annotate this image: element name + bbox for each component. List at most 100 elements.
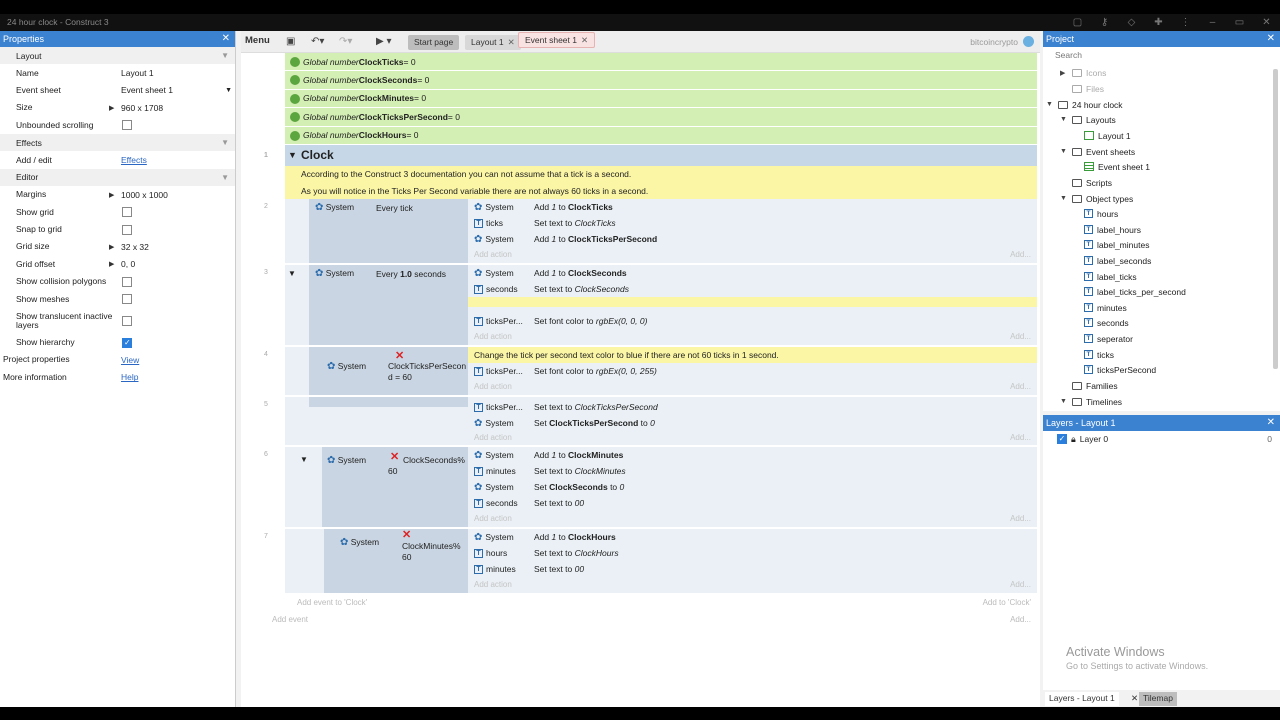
- search-input[interactable]: Search: [1043, 47, 1280, 63]
- expand-icon[interactable]: ▶: [109, 191, 114, 199]
- tree-item-event-sheets[interactable]: ▼ Event sheets: [1060, 144, 1135, 160]
- add-more-link[interactable]: Add...: [1010, 433, 1031, 442]
- chevron-down-icon[interactable]: ▼: [221, 138, 229, 147]
- dropdown-arrow-icon[interactable]: ▼: [225, 87, 232, 94]
- effects-link[interactable]: Effects: [121, 155, 147, 165]
- event-block[interactable]: 5 TticksPer... Set text to ClockTicksPerS…: [264, 397, 1037, 446]
- comment-row[interactable]: According to the Construct 3 documentati…: [285, 165, 1037, 183]
- condition-text[interactable]: ClockMinutes% 60: [402, 541, 466, 563]
- tab-tilemap[interactable]: Tilemap: [1139, 692, 1177, 706]
- showgrid-checkbox[interactable]: [122, 207, 132, 218]
- add-action-link[interactable]: Add action: [474, 433, 512, 442]
- add-to-group-link[interactable]: Add to 'Clock': [983, 598, 1031, 607]
- snap-checkbox[interactable]: [122, 224, 132, 235]
- close-icon[interactable]: ✕: [1267, 31, 1275, 47]
- tree-item-event-sheet-1[interactable]: Event sheet 1: [1084, 159, 1150, 175]
- global-var-row[interactable]: Global number ClockMinutes = 0: [285, 89, 1037, 109]
- tree-item-object[interactable]: Tlabel_ticks_per_second: [1084, 284, 1186, 300]
- section-layout[interactable]: Layout ▼: [0, 47, 235, 65]
- eventsheet-select[interactable]: Event sheet 1: [121, 85, 173, 95]
- global-var-row[interactable]: Global number ClockTicksPerSecond = 0: [285, 108, 1037, 127]
- close-icon[interactable]: ✕: [222, 31, 230, 47]
- tree-item-icons[interactable]: ▶ Icons: [1060, 65, 1106, 81]
- event-block[interactable]: 3 ▼ ✿ System Every 1.0 seconds ✿ System Ad…: [264, 265, 1037, 346]
- add-more-link[interactable]: Add...: [1010, 382, 1031, 391]
- minimize-icon[interactable]: –: [1199, 17, 1226, 28]
- gridsize-value[interactable]: 32 x 32: [121, 242, 149, 252]
- tab-start-page[interactable]: Start page: [408, 35, 460, 50]
- gridoffset-value[interactable]: 0, 0: [121, 259, 135, 269]
- tree-item-object[interactable]: Thours: [1084, 206, 1118, 222]
- tab-layout-1[interactable]: Layout 1 ✕: [465, 35, 521, 50]
- collapse-icon[interactable]: ▼: [1060, 148, 1068, 155]
- empty-comment-row[interactable]: [468, 297, 1037, 308]
- event-conditions[interactable]: ✿ System ✕ ClockSeconds% 60: [322, 447, 468, 528]
- add-more-link[interactable]: Add...: [1010, 514, 1031, 523]
- collapse-icon[interactable]: ▼: [288, 150, 297, 160]
- tree-item-object[interactable]: Tseconds: [1084, 315, 1129, 331]
- add-more-link[interactable]: Add...: [1010, 580, 1031, 589]
- tree-item-object[interactable]: Tlabel_minutes: [1084, 237, 1149, 253]
- menu-button[interactable]: Menu: [245, 35, 270, 46]
- margins-value[interactable]: 1000 x 1000: [121, 190, 168, 200]
- group-header[interactable]: 1 ▼ Clock: [264, 144, 1037, 166]
- expand-icon[interactable]: ▶: [109, 260, 114, 268]
- comment-row[interactable]: As you will notice in the Ticks Per Seco…: [285, 182, 1037, 200]
- maximize-icon[interactable]: ▭: [1226, 17, 1253, 28]
- hierarchy-checkbox[interactable]: [122, 337, 132, 348]
- add-event-to-group-link[interactable]: Add event to 'Clock': [297, 598, 367, 607]
- expand-icon[interactable]: ▶: [109, 243, 114, 251]
- tree-item-object[interactable]: Tlabel_hours: [1084, 222, 1141, 238]
- add-action-link[interactable]: Add action: [474, 332, 512, 341]
- collapse-icon[interactable]: ▼: [1060, 116, 1068, 123]
- more-icon[interactable]: ⋮: [1172, 17, 1199, 28]
- collapse-icon[interactable]: ▼: [1046, 101, 1054, 108]
- add-action-link[interactable]: Add action: [474, 580, 512, 589]
- tree-item-scripts[interactable]: Scripts: [1072, 175, 1112, 191]
- play-icon[interactable]: ▶ ▾: [376, 36, 392, 47]
- event-conditions[interactable]: ✿ System Every tick: [309, 199, 468, 264]
- add-event-link[interactable]: Add event: [272, 615, 308, 624]
- expand-icon[interactable]: ▶: [1060, 69, 1068, 77]
- save-icon[interactable]: ▣: [286, 36, 295, 47]
- tree-item-object[interactable]: Tseperator: [1084, 331, 1133, 347]
- section-effects[interactable]: Effects ▼: [0, 133, 235, 152]
- bell-icon[interactable]: ◇: [1118, 17, 1145, 28]
- view-link[interactable]: View: [121, 355, 139, 365]
- chevron-down-icon[interactable]: ▼: [221, 173, 229, 182]
- tree-item-families[interactable]: Families: [1072, 378, 1118, 394]
- chevron-down-icon[interactable]: ▼: [221, 51, 229, 60]
- close-tab-icon[interactable]: ✕: [581, 35, 588, 45]
- tab-layers[interactable]: Layers - Layout 1: [1045, 692, 1119, 706]
- layer-row[interactable]: ✓ 🔒︎ Layer 0 0: [1043, 431, 1280, 447]
- add-more-link[interactable]: Add...: [1010, 332, 1031, 341]
- tab-event-sheet-1[interactable]: Event sheet 1 ✕: [518, 32, 596, 48]
- close-tab-icon[interactable]: ✕: [508, 37, 515, 47]
- user-name[interactable]: bitcoincrypto: [970, 37, 1018, 47]
- add-more-link[interactable]: Add...: [1010, 615, 1031, 624]
- unbounded-checkbox[interactable]: [122, 120, 132, 131]
- global-var-row[interactable]: Global number ClockTicks = 0: [285, 53, 1037, 72]
- add-more-link[interactable]: Add...: [1010, 250, 1031, 259]
- condition-text[interactable]: ClockTicksPerSecon d = 60: [388, 361, 468, 383]
- name-field[interactable]: Layout 1: [121, 68, 154, 78]
- event-block[interactable]: 4 ✿ System ✕ ClockTicksPerSecon d = 60 C…: [264, 347, 1037, 396]
- add-action-link[interactable]: Add action: [474, 250, 512, 259]
- collision-checkbox[interactable]: [122, 276, 132, 287]
- tree-item-timelines[interactable]: ▼ Timelines: [1060, 394, 1122, 410]
- condition-text[interactable]: Every 1.0 seconds: [376, 269, 446, 279]
- expand-icon[interactable]: ▶: [109, 104, 114, 112]
- close-window-icon[interactable]: ✕: [1253, 17, 1280, 28]
- condition-text[interactable]: ClockSeconds% 60: [388, 455, 468, 477]
- add-action-link[interactable]: Add action: [474, 514, 512, 523]
- key-icon[interactable]: ⚷: [1091, 17, 1118, 28]
- help-link[interactable]: Help: [121, 372, 138, 382]
- size-value[interactable]: 960 x 1708: [121, 103, 163, 113]
- global-var-row[interactable]: Global number ClockHours = 0: [285, 126, 1037, 145]
- collapse-icon[interactable]: ▼: [1060, 195, 1068, 202]
- tree-item-object[interactable]: Tticks: [1084, 347, 1114, 363]
- tree-item-layout-1[interactable]: Layout 1: [1084, 128, 1131, 144]
- avatar[interactable]: [1023, 36, 1034, 47]
- event-conditions[interactable]: [309, 397, 468, 408]
- translucent-checkbox[interactable]: [122, 315, 132, 326]
